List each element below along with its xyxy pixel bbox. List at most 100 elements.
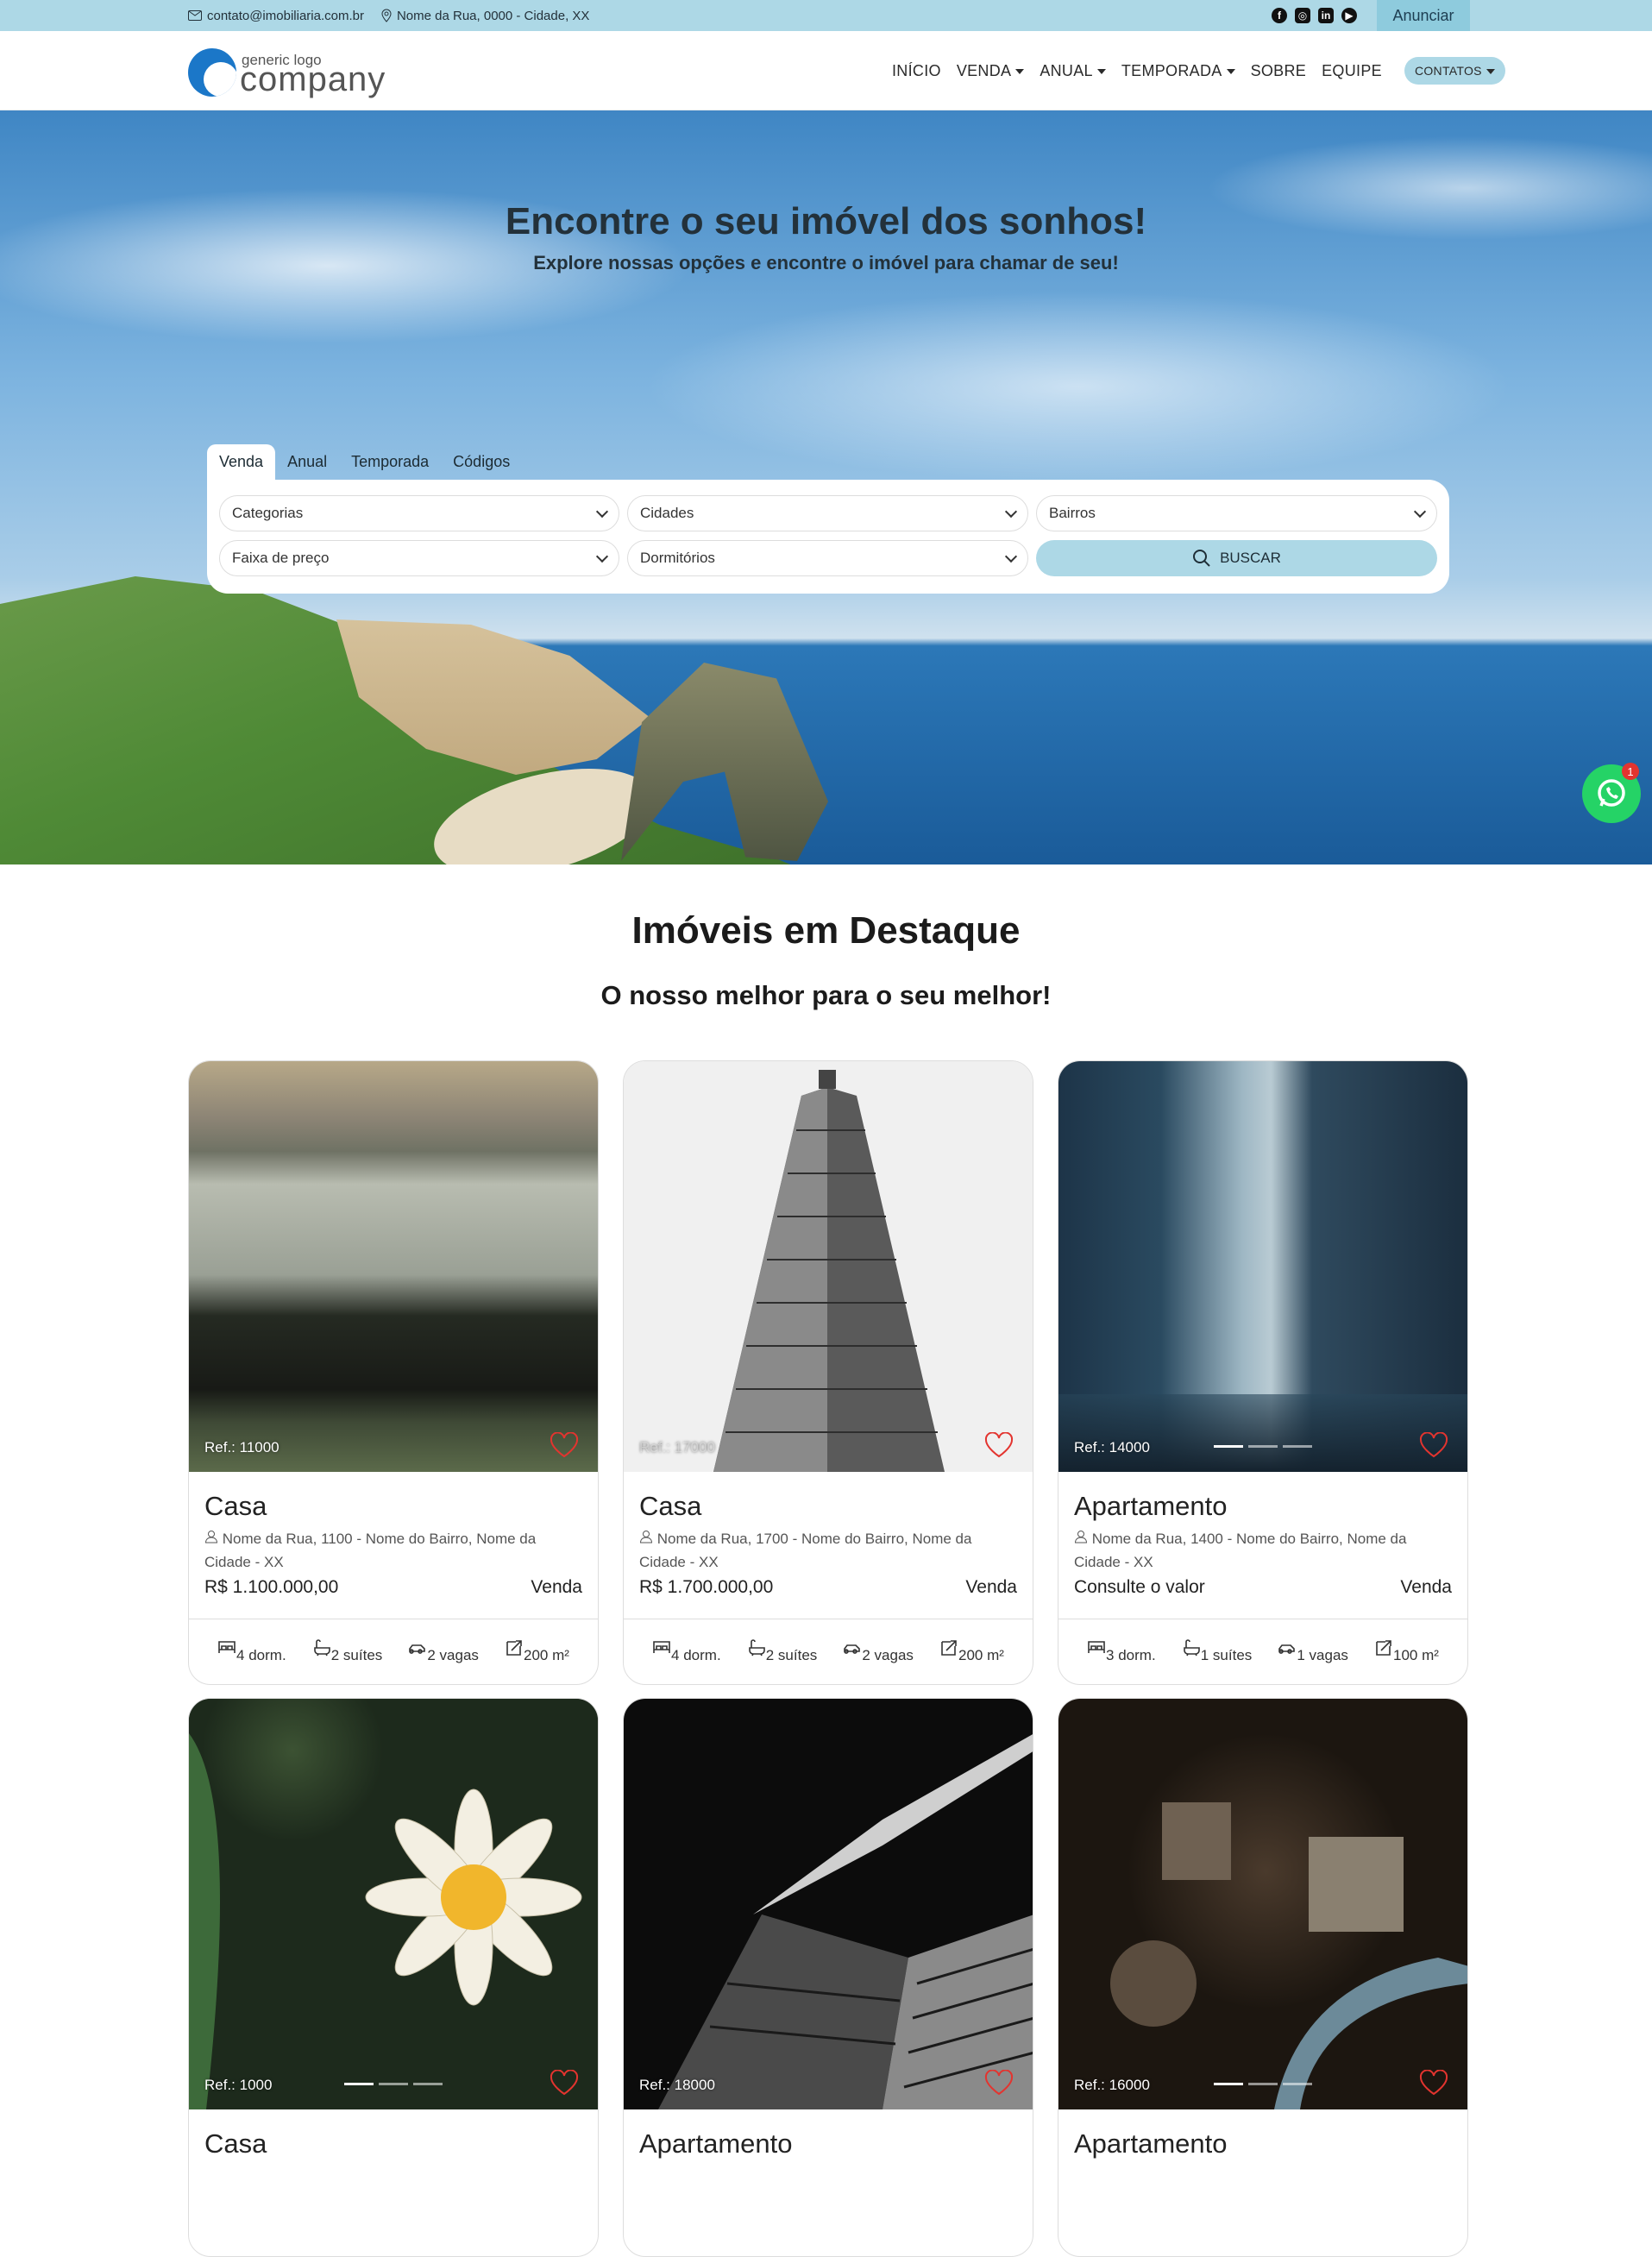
- property-image[interactable]: Ref.: 16000: [1058, 1699, 1467, 2109]
- carousel-dot[interactable]: [413, 2083, 443, 2085]
- property-card[interactable]: Ref.: 16000 Apartamento: [1058, 1698, 1468, 2257]
- feature-dorm-text: 4 dorm.: [236, 1647, 286, 1663]
- tab-venda[interactable]: Venda: [207, 444, 276, 480]
- flatiron-building-illustration: [713, 1070, 945, 1472]
- property-card[interactable]: Ref.: 11000 Casa Nome da Rua, 1100 - Nom…: [188, 1060, 599, 1685]
- property-address-text: Nome da Rua, 1400 - Nome do Bairro, Nome…: [1074, 1531, 1407, 1570]
- carousel-dot[interactable]: [1283, 2083, 1312, 2085]
- car-icon: [409, 1644, 426, 1654]
- search-panel: Categorias Cidades Bairros Faixa de preç…: [207, 480, 1449, 594]
- heart-icon[interactable]: [984, 1432, 1014, 1458]
- bed-icon: [653, 1641, 670, 1653]
- notification-badge: 1: [1622, 763, 1639, 780]
- nav-sobre[interactable]: SOBRE: [1251, 62, 1307, 80]
- heart-icon[interactable]: [550, 2070, 579, 2096]
- contatos-dropdown[interactable]: CONTATOS: [1404, 57, 1505, 85]
- nav-equipe[interactable]: EQUIPE: [1322, 62, 1382, 80]
- carousel-dot[interactable]: [1214, 1445, 1243, 1448]
- bed-icon: [218, 1641, 236, 1653]
- nav-temporada[interactable]: TEMPORADA: [1121, 62, 1235, 80]
- carousel-dot[interactable]: [1248, 2083, 1278, 2085]
- bairros-label: Bairros: [1049, 505, 1096, 521]
- tab-anual[interactable]: Anual: [275, 444, 339, 480]
- carousel-indicators[interactable]: [344, 2083, 443, 2085]
- carousel-dot[interactable]: [344, 2083, 374, 2085]
- feature-area-text: 200 m²: [958, 1647, 1004, 1663]
- carousel-indicators[interactable]: [1214, 2083, 1312, 2085]
- feature-suites-text: 1 suítes: [1200, 1647, 1253, 1663]
- property-ref: Ref.: 17000: [639, 1439, 715, 1455]
- logo-big-text: company: [240, 60, 386, 98]
- feature-vagas: 2 vagas: [843, 1639, 914, 1664]
- area-icon: [1376, 1640, 1391, 1656]
- heart-icon[interactable]: [1419, 1432, 1448, 1458]
- chevron-down-icon: [595, 505, 609, 519]
- property-image[interactable]: Ref.: 14000: [1058, 1061, 1467, 1472]
- instagram-icon[interactable]: ◎: [1295, 8, 1310, 23]
- bathtub-icon: [313, 1639, 330, 1657]
- cidades-label: Cidades: [640, 505, 694, 521]
- feature-vagas-text: 2 vagas: [427, 1647, 479, 1663]
- faixa-preco-label: Faixa de preço: [232, 550, 330, 566]
- property-address-text: Nome da Rua, 1700 - Nome do Bairro, Nome…: [639, 1531, 972, 1570]
- company-logo[interactable]: generic logo company: [188, 47, 395, 98]
- main-nav: INÍCIO VENDA ANUAL TEMPORADA SOBRE EQUIP…: [892, 31, 1505, 110]
- feature-dorm-text: 3 dorm.: [1106, 1647, 1156, 1663]
- facebook-icon[interactable]: f: [1272, 8, 1287, 23]
- property-type: Casa: [204, 1491, 267, 1521]
- property-ref: Ref.: 1000: [204, 2077, 273, 2093]
- envelope-icon: [188, 10, 202, 21]
- address-contact: Nome da Rua, 0000 - Cidade, XX: [381, 9, 589, 23]
- property-address: Nome da Rua, 1100 - Nome do Bairro, Nome…: [204, 1527, 582, 1574]
- faixa-preco-select[interactable]: Faixa de preço: [219, 540, 619, 576]
- top-bar: contato@imobiliaria.com.br Nome da Rua, …: [0, 0, 1652, 31]
- carousel-dot[interactable]: [1283, 1445, 1312, 1448]
- person-icon: [204, 1531, 218, 1543]
- nav-venda[interactable]: VENDA: [957, 62, 1025, 80]
- tab-temporada[interactable]: Temporada: [339, 444, 441, 480]
- property-image[interactable]: Ref.: 18000: [624, 1699, 1033, 2109]
- property-address-text: Nome da Rua, 1100 - Nome do Bairro, Nome…: [204, 1531, 537, 1570]
- email-contact[interactable]: contato@imobiliaria.com.br: [188, 9, 364, 23]
- anunciar-button[interactable]: Anunciar: [1377, 0, 1470, 31]
- categorias-select[interactable]: Categorias: [219, 495, 619, 531]
- feature-dorm-text: 4 dorm.: [671, 1647, 721, 1663]
- property-deal-type: Venda: [1400, 1577, 1452, 1597]
- property-deal-type: Venda: [531, 1577, 582, 1597]
- property-card[interactable]: Ref.: 18000 Apartamento: [623, 1698, 1033, 2257]
- categorias-label: Categorias: [232, 505, 304, 521]
- carousel-indicators[interactable]: [1214, 1445, 1312, 1448]
- heart-icon[interactable]: [1419, 2070, 1448, 2096]
- cidades-select[interactable]: Cidades: [627, 495, 1028, 531]
- carousel-dot[interactable]: [1214, 2083, 1243, 2085]
- carousel-dot[interactable]: [379, 2083, 408, 2085]
- water-lily-illustration: [189, 1733, 582, 2109]
- property-image[interactable]: Ref.: 11000: [189, 1061, 598, 1472]
- dormitorios-select[interactable]: Dormitórios: [627, 540, 1028, 576]
- whatsapp-icon: [1598, 779, 1625, 807]
- feature-suites: 2 suítes: [312, 1639, 382, 1664]
- carousel-dot[interactable]: [1248, 1445, 1278, 1448]
- feature-dorm: 4 dorm.: [217, 1639, 286, 1664]
- property-image[interactable]: Ref.: 17000: [624, 1061, 1033, 1472]
- heart-icon[interactable]: [550, 1432, 579, 1458]
- property-card[interactable]: Ref.: 17000 Casa Nome da Rua, 1700 - Nom…: [623, 1060, 1033, 1685]
- linkedin-icon[interactable]: in: [1318, 8, 1334, 23]
- chevron-down-icon: [1004, 505, 1018, 519]
- tab-codigos[interactable]: Códigos: [441, 444, 522, 480]
- nav-anual[interactable]: ANUAL: [1040, 62, 1106, 80]
- buscar-button[interactable]: BUSCAR: [1036, 540, 1437, 576]
- property-features: 4 dorm. 2 suítes 2 vagas 200 m²: [189, 1619, 598, 1684]
- chevron-down-icon: [1413, 505, 1427, 519]
- chevron-down-icon: [595, 550, 609, 563]
- youtube-icon[interactable]: ▶: [1341, 8, 1357, 23]
- property-card[interactable]: Ref.: 1000 Casa: [188, 1698, 599, 2257]
- person-icon: [639, 1531, 653, 1543]
- bairros-select[interactable]: Bairros: [1036, 495, 1437, 531]
- feature-vagas: 2 vagas: [408, 1639, 479, 1664]
- property-card[interactable]: Ref.: 14000 Apartamento Nome da Rua, 140…: [1058, 1060, 1468, 1685]
- property-image[interactable]: Ref.: 1000: [189, 1699, 598, 2109]
- nav-inicio[interactable]: INÍCIO: [892, 62, 941, 80]
- search-tabs: Venda Anual Temporada Códigos: [207, 443, 522, 480]
- heart-icon[interactable]: [984, 2070, 1014, 2096]
